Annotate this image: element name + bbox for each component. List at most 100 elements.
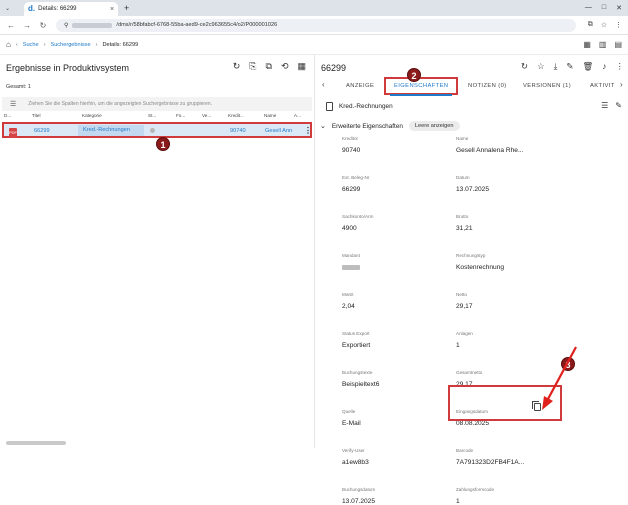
tab-versionen[interactable]: VERSIONEN (1) bbox=[523, 83, 571, 89]
delete-icon[interactable]: 🗑 bbox=[582, 61, 593, 72]
field-label: Datum bbox=[456, 175, 470, 180]
col-more[interactable]: A... bbox=[294, 113, 301, 118]
table-settings-icon[interactable]: ▦ bbox=[297, 61, 306, 72]
row-name: Gesell Ann bbox=[265, 128, 293, 134]
refresh-icon[interactable]: ↻ bbox=[521, 61, 528, 72]
table-row[interactable]: PDF 66299 Kred.-Rechnungen 90740 Gesell … bbox=[2, 122, 312, 138]
breadcrumb-search[interactable]: Suche bbox=[23, 42, 39, 48]
col-title[interactable]: Titel bbox=[32, 113, 41, 118]
new-tab-button[interactable]: + bbox=[124, 3, 129, 13]
pdf-icon: PDF bbox=[9, 128, 17, 138]
close-tab-icon[interactable]: × bbox=[110, 6, 114, 13]
export-icon[interactable]: ⎘ bbox=[249, 61, 256, 72]
document-category-label: Kred.-Rechnungen bbox=[339, 103, 393, 110]
field-value: 1 bbox=[456, 498, 460, 505]
tabs-next-icon[interactable]: › bbox=[620, 80, 623, 89]
field-label: Verify-User bbox=[342, 448, 365, 453]
field-label: Mandant bbox=[342, 253, 360, 258]
download-icon[interactable]: ⤓ bbox=[554, 61, 558, 72]
tab-list-icon[interactable]: ⌄ bbox=[5, 5, 10, 12]
minimize-icon[interactable]: — bbox=[585, 4, 592, 12]
tabs-prev-icon[interactable]: ‹ bbox=[322, 80, 325, 89]
col-name[interactable]: Name bbox=[264, 113, 276, 118]
tab-title: Details: 66299 bbox=[38, 6, 77, 12]
col-kreditor[interactable]: Kredit... bbox=[228, 113, 244, 118]
results-title: Ergebnisse in Produktivsystem bbox=[6, 63, 130, 73]
forward-icon[interactable]: → bbox=[22, 21, 32, 30]
tab-aktivitaet[interactable]: AKTIVIT bbox=[590, 83, 615, 89]
apps-grid-icon[interactable]: ▦ bbox=[583, 40, 591, 49]
field-label: Name bbox=[456, 136, 469, 141]
browser-tab-bar: ⌄ d. Details: 66299 × + — □ ✕ bbox=[0, 0, 628, 16]
edit-icon[interactable]: ✎ bbox=[566, 61, 573, 72]
tab-anzeige[interactable]: ANZEIGE bbox=[346, 83, 374, 89]
maximize-icon[interactable]: □ bbox=[602, 4, 606, 12]
window-controls: — □ ✕ bbox=[585, 4, 622, 12]
bookmark-star-icon[interactable]: ☆ bbox=[601, 21, 607, 29]
details-tabs: ‹ ANZEIGE EIGENSCHAFTEN NOTIZEN (0) VERS… bbox=[316, 77, 628, 97]
details-title: 66299 bbox=[321, 63, 347, 73]
field-value: Gesell Annalena Rhe... bbox=[456, 147, 524, 154]
notification-bell-icon[interactable]: ♪ bbox=[602, 61, 606, 72]
history-icon[interactable]: ⟲ bbox=[281, 61, 289, 72]
field-label: MwSt bbox=[342, 292, 354, 297]
col-doc[interactable]: D... bbox=[4, 113, 11, 118]
field-label: Brutto bbox=[456, 214, 469, 219]
field-label: Buchungstexte bbox=[342, 370, 373, 375]
list-view-icon[interactable]: ☰ bbox=[601, 101, 608, 110]
field-label: Gesamtnetto bbox=[456, 370, 483, 375]
horizontal-scrollbar[interactable] bbox=[6, 441, 66, 445]
group-by-dropzone[interactable]: ☰ Ziehen Sie die Spalten hierhin, um die… bbox=[2, 97, 312, 111]
row-title[interactable]: 66299 bbox=[34, 128, 50, 134]
barcode-highlight-box bbox=[448, 385, 562, 421]
field-label: Kreditor bbox=[342, 136, 359, 141]
field-value: 31,21 bbox=[456, 225, 473, 232]
col-status[interactable]: St... bbox=[148, 113, 156, 118]
col-form[interactable]: Fo... bbox=[176, 113, 185, 118]
favorite-star-icon[interactable]: ☆ bbox=[537, 61, 545, 72]
site-info-icon[interactable]: ⚲ bbox=[64, 22, 68, 29]
more-vert-icon[interactable]: ⋮ bbox=[616, 61, 625, 72]
window-layout-icon[interactable]: ▤ bbox=[614, 40, 622, 49]
refresh-icon[interactable]: ↻ bbox=[233, 61, 241, 72]
row-kreditor: 90740 bbox=[230, 128, 246, 134]
col-category[interactable]: Kategorie bbox=[82, 113, 102, 118]
browser-menu-icon[interactable]: ⋮ bbox=[615, 21, 622, 29]
chevron-right-icon: › bbox=[95, 41, 98, 48]
col-version[interactable]: Ve... bbox=[202, 113, 211, 118]
browser-tab[interactable]: d. Details: 66299 × bbox=[24, 2, 119, 16]
active-tab-indicator bbox=[390, 94, 452, 96]
document-icon bbox=[326, 102, 333, 111]
layout-icon[interactable]: ▥ bbox=[599, 40, 607, 49]
show-empty-button[interactable]: Leere anzeigen bbox=[408, 121, 460, 131]
field-label: Barcode bbox=[456, 448, 474, 453]
step-marker-1: 1 bbox=[156, 137, 170, 151]
field-value: 1 bbox=[456, 342, 460, 349]
back-icon[interactable]: ← bbox=[6, 21, 16, 30]
field-label: Status Export bbox=[342, 331, 370, 336]
extended-properties-header[interactable]: ⌄ Erweiterte Eigenschaften Leere anzeige… bbox=[320, 121, 460, 131]
copy-results-icon[interactable]: ⧉ bbox=[266, 61, 272, 72]
edit-properties-icon[interactable]: ✎ bbox=[615, 101, 622, 110]
extended-properties-label: Erweiterte Eigenschaften bbox=[331, 122, 403, 130]
chevron-down-icon[interactable]: ⌄ bbox=[320, 122, 326, 130]
tab-highlight-box bbox=[384, 77, 458, 95]
copy-icon[interactable] bbox=[532, 401, 541, 411]
reload-icon[interactable]: ↻ bbox=[38, 21, 48, 30]
close-window-icon[interactable]: ✕ bbox=[616, 4, 622, 12]
column-header: D... Titel Kategorie St... Fo... Ve... K… bbox=[2, 113, 312, 120]
field-value: 2,04 bbox=[342, 303, 355, 310]
breadcrumb-results[interactable]: Suchergebnisse bbox=[50, 42, 90, 48]
step-marker-3: 3 bbox=[561, 357, 575, 371]
app-logo-icon: d. bbox=[28, 4, 36, 13]
field-value: 08.08.2025 bbox=[456, 420, 490, 427]
group-icon: ☰ bbox=[10, 101, 17, 108]
translate-icon[interactable]: ⧉ bbox=[588, 21, 593, 29]
chevron-right-icon: › bbox=[43, 41, 46, 48]
tab-notizen[interactable]: NOTIZEN (0) bbox=[468, 83, 507, 89]
group-hint: Ziehen Sie die Spalten hierhin, um die a… bbox=[28, 101, 213, 107]
url-input[interactable]: ⚲ /dms/r/58bfabcf-6768-55ba-aed9-ce2c963… bbox=[56, 18, 576, 32]
home-icon[interactable]: ⌂ bbox=[6, 40, 11, 49]
field-label: Sachkonto/Arm bbox=[342, 214, 374, 219]
row-menu-icon[interactable]: ⋮ bbox=[304, 126, 312, 135]
